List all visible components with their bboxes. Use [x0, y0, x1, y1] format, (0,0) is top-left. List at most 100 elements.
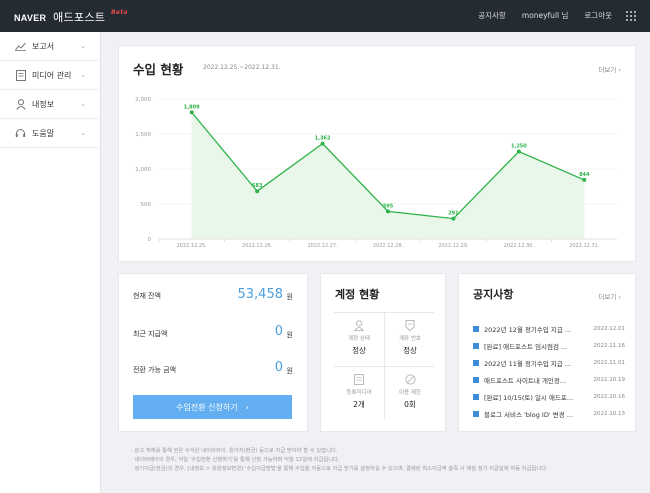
notice-text: [완료] 10/15(토) 일시 애드포...	[484, 393, 574, 402]
footnote: · 네이버페이의 경우, 익일 '수입전환 신청하기'를 통해 신청 가능하며 …	[131, 457, 340, 463]
notice-more-link[interactable]: 더보기 ›	[598, 291, 621, 301]
bank-account-cell: 계좌 번호 정상	[385, 313, 435, 365]
x-tick-label: 2022.12.25.	[177, 243, 208, 249]
footnote: · 정기지급(현금)의 경우, [내정보 > 회원정보변경] '수입지급방법'을…	[131, 466, 548, 472]
chevron-right-icon: ›	[618, 293, 621, 301]
bank-account-value: 정상	[403, 346, 417, 355]
account-card: 계정 현황 계정 상태 정상 계좌 번호 정상 등록미디어 2개 이용 제한 0…	[320, 273, 446, 432]
y-tick-label: 2,000	[135, 97, 151, 103]
chevron-down-icon: ⌄	[80, 129, 86, 137]
notice-item[interactable]: [완료] 10/15(토) 일시 애드포... 2022.10.16	[473, 388, 625, 405]
current-balance-unit: 원	[286, 293, 293, 301]
chevron-down-icon: ⌄	[80, 71, 86, 79]
registered-media-label: 등록미디어	[346, 390, 372, 396]
sidebar-item-myinfo[interactable]: 내정보 ⌄	[0, 90, 100, 119]
x-tick-label: 2022.12.31.	[569, 243, 600, 249]
notice-date: 2022.10.13	[593, 410, 626, 417]
sidebar-item-label: 미디어 관리	[32, 70, 72, 80]
naver-logo-text: NAVER	[14, 13, 47, 23]
app-grid-icon[interactable]	[626, 11, 636, 21]
usage-restriction-value: 0회	[404, 400, 416, 409]
x-tick-label: 2022.12.29.	[438, 243, 469, 249]
data-point	[189, 110, 194, 115]
top-nav-logout-link[interactable]: 로그아웃	[584, 10, 612, 21]
account-grid: 계정 상태 정상 계좌 번호 정상 등록미디어 2개 이용 제한 0회	[334, 312, 435, 419]
prohibited-icon	[404, 373, 416, 385]
usage-restriction-label: 이용 제한	[399, 390, 421, 396]
sidebar-item-label: 보고서	[32, 41, 55, 51]
data-label: 683	[252, 183, 263, 189]
registered-media-cell: 등록미디어 2개	[334, 367, 384, 419]
data-point	[320, 141, 325, 146]
x-tick-label: 2022.12.26.	[242, 243, 273, 249]
media-icon	[15, 69, 26, 81]
x-tick-label: 2022.12.28.	[373, 243, 404, 249]
registered-media-value: 2개	[353, 400, 365, 409]
data-point	[255, 189, 260, 194]
recent-payment-unit: 원	[286, 331, 293, 339]
data-label: 1,362	[315, 136, 331, 142]
current-balance-label: 현재 잔액	[133, 292, 161, 300]
revenue-card: 수입 현황 2022.12.25.~2022.12.31. 더보기 › 2,00…	[118, 45, 636, 262]
convertible-amount-value: 0	[274, 360, 283, 375]
account-title: 계정 현황	[335, 288, 380, 301]
account-status-label: 계정 상태	[348, 336, 370, 342]
data-point	[386, 209, 390, 214]
account-status-cell: 계정 상태 정상	[334, 313, 384, 365]
notice-item[interactable]: 2022년 12월 정기수입 지급 ... 2022.12.01	[473, 320, 625, 337]
current-balance-value: 53,458	[237, 287, 284, 302]
bank-account-label: 계좌 번호	[399, 336, 421, 342]
notice-date: 2022.12.01	[593, 325, 626, 332]
headset-icon	[15, 128, 26, 139]
sidebar: 보고서 ⌄ 미디어 관리 ⌄ 내정보 ⌄ 도움말 ⌄	[0, 32, 101, 493]
convert-income-button[interactable]: 수입전환 신청하기 ›	[133, 395, 292, 419]
y-tick-label: 1,500	[135, 132, 151, 138]
y-tick-label: 1,000	[135, 167, 151, 173]
top-nav-notice-link[interactable]: 공지사항	[478, 10, 506, 21]
data-label: 395	[383, 203, 394, 209]
notice-bullet-icon	[473, 325, 479, 332]
notice-item[interactable]: [완료] 애드포스트 임시점검 ... 2022.11.16	[473, 337, 625, 354]
sidebar-item-label: 도움말	[32, 128, 55, 138]
footnote: · 광고 게재를 통해 얻은 수익은 네이버와이, 원가지(환금) 등으로 지급…	[131, 448, 338, 454]
data-label: 291	[448, 211, 459, 217]
account-status-value: 정상	[352, 346, 366, 355]
top-nav-user[interactable]: moneyfull 님	[522, 10, 569, 21]
notice-date: 2022.11.16	[593, 342, 626, 349]
sidebar-item-help[interactable]: 도움말 ⌄	[0, 119, 100, 148]
chevron-right-icon: ›	[245, 402, 249, 412]
x-tick-label: 2022.12.30.	[504, 243, 535, 249]
notice-bullet-icon	[473, 359, 479, 366]
area-fill	[191, 112, 585, 239]
balance-card: 현재 잔액 53,458 원 최근 지급액 0 원 전환 가능 금액 0 원 수…	[118, 273, 308, 432]
convert-income-button-label: 수입전환 신청하기	[176, 402, 238, 412]
notice-text: [완료] 애드포스트 임시점검 ...	[484, 342, 568, 351]
notice-item[interactable]: 애드포스트 사이트내 개인정... 2022.10.19	[473, 371, 625, 388]
notice-text: 2022년 12월 정기수입 지급 ...	[484, 325, 572, 334]
sidebar-item-report[interactable]: 보고서 ⌄	[0, 32, 100, 61]
convertible-amount-label: 전환 가능 금액	[133, 366, 177, 374]
notice-card: 공지사항 더보기 › 2022년 12월 정기수입 지급 ... 2022.12.…	[458, 273, 636, 432]
notice-date: 2022.10.16	[593, 393, 626, 400]
notice-bullet-icon	[473, 376, 479, 383]
person-icon	[353, 319, 365, 331]
chevron-down-icon: ⌄	[80, 100, 86, 108]
beta-badge: Beta	[111, 9, 128, 16]
notice-date: 2022.11.01	[593, 359, 626, 366]
y-tick-label: 500	[141, 202, 152, 208]
notice-date: 2022.10.19	[593, 376, 626, 383]
user-icon	[15, 98, 26, 110]
notice-item[interactable]: 블로그 서비스 'blog ID' 변경 ... 2022.10.13	[473, 405, 625, 422]
notice-text: 블로그 서비스 'blog ID' 변경 ...	[484, 410, 573, 419]
notice-title: 공지사항	[473, 288, 514, 301]
adpost-logo-text: 애드포스트	[53, 11, 106, 24]
y-tick-label: 0	[148, 237, 152, 243]
top-bar: NAVER 애드포스트 Beta 공지사항 moneyfull 님 로그아웃	[0, 0, 650, 32]
notice-item[interactable]: 2022년 11월 정기수입 지급 ... 2022.11.01	[473, 354, 625, 371]
convertible-amount-unit: 원	[286, 367, 293, 375]
notice-text: 애드포스트 사이트내 개인정...	[484, 376, 567, 385]
data-label: 1,250	[511, 144, 527, 150]
sidebar-item-media[interactable]: 미디어 관리 ⌄	[0, 61, 100, 90]
logo[interactable]: NAVER 애드포스트 Beta	[14, 9, 128, 25]
data-label: 1,809	[184, 104, 200, 110]
